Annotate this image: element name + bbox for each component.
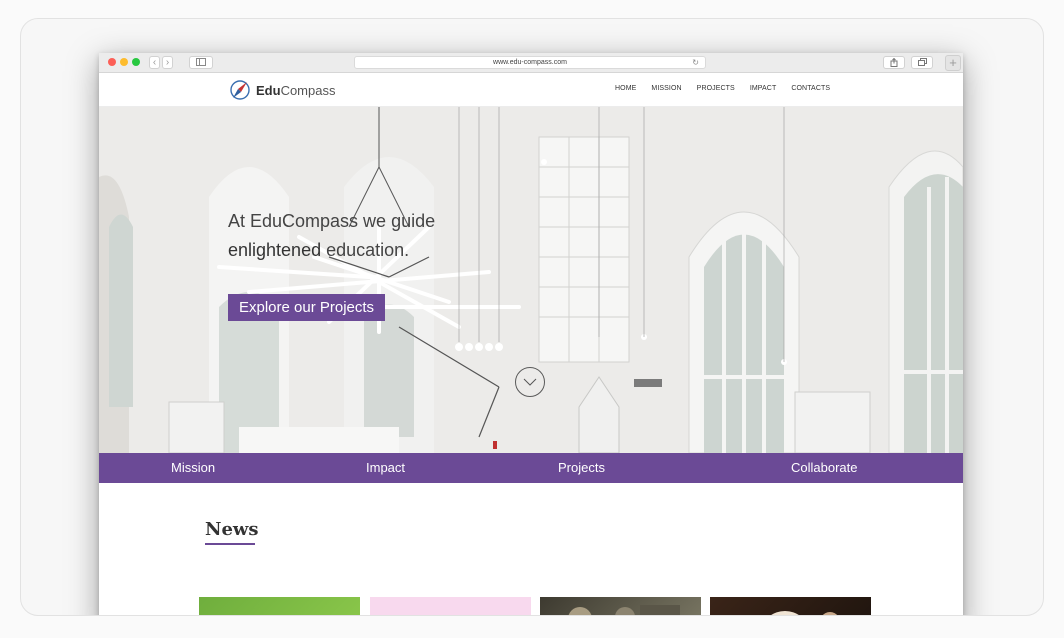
address-bar-url: www.edu-compass.com (493, 59, 567, 66)
browser-window: ‹ › www.edu-compass.com ↻ + EduCompass H… (99, 53, 963, 615)
main-nav: HOME MISSION PROJECTS IMPACT CONTACTS (615, 85, 830, 92)
tabs-icon[interactable] (911, 56, 933, 69)
section-link-mission[interactable]: Mission (171, 460, 215, 475)
hero-section: At EduCompass we guide enlightened educa… (99, 107, 963, 453)
browser-titlebar: ‹ › www.edu-compass.com ↻ + (99, 53, 963, 73)
nav-item-home[interactable]: HOME (615, 85, 636, 92)
news-thumbnail[interactable] (710, 597, 871, 615)
close-window-button[interactable] (108, 58, 116, 66)
sidebar-icon[interactable] (189, 56, 213, 69)
news-heading: News (205, 519, 259, 540)
nav-item-mission[interactable]: MISSION (651, 85, 681, 92)
hero-headline-line2: enlightened education. (228, 236, 435, 265)
address-bar[interactable]: www.edu-compass.com ↻ (354, 56, 706, 69)
hero-headline-rest: education. (321, 240, 410, 260)
hero-headline-line1: At EduCompass we guide (228, 211, 436, 231)
forward-icon[interactable]: › (162, 56, 173, 69)
share-icon[interactable] (883, 56, 905, 69)
new-tab-icon[interactable]: + (945, 55, 961, 71)
reload-icon[interactable]: ↻ (692, 57, 699, 68)
news-thumbnail[interactable] (370, 597, 531, 615)
section-link-collaborate[interactable]: Collaborate (791, 460, 858, 475)
logo-text: EduCompass (256, 83, 335, 98)
site-header: EduCompass HOME MISSION PROJECTS IMPACT … (99, 73, 963, 107)
nav-item-impact[interactable]: IMPACT (750, 85, 777, 92)
hero-background-image (99, 107, 963, 453)
logo-text-bold: Edu (256, 82, 281, 98)
zoom-window-button[interactable] (132, 58, 140, 66)
hero-headline-bold: enlightened (228, 240, 322, 260)
nav-item-contacts[interactable]: CONTACTS (791, 85, 830, 92)
compass-logo-icon (230, 80, 250, 100)
screenshot-card: ‹ › www.edu-compass.com ↻ + EduCompass H… (20, 18, 1044, 616)
scroll-down-icon[interactable] (515, 367, 545, 397)
nav-item-projects[interactable]: PROJECTS (697, 85, 735, 92)
section-link-impact[interactable]: Impact (366, 460, 405, 475)
section-link-projects[interactable]: Projects (558, 460, 605, 475)
back-icon[interactable]: ‹ (149, 56, 160, 69)
minimize-window-button[interactable] (120, 58, 128, 66)
news-thumbnail[interactable] (199, 597, 360, 615)
news-heading-underline (205, 543, 255, 545)
explore-projects-button[interactable]: Explore our Projects (228, 294, 386, 321)
hero-headline: At EduCompass we guide enlightened educa… (228, 207, 435, 265)
news-thumbnail[interactable] (540, 597, 701, 615)
logo-text-rest: Compass (280, 82, 336, 98)
section-nav: Mission Impact Projects Collaborate (99, 453, 963, 483)
site-logo[interactable]: EduCompass (229, 77, 335, 103)
